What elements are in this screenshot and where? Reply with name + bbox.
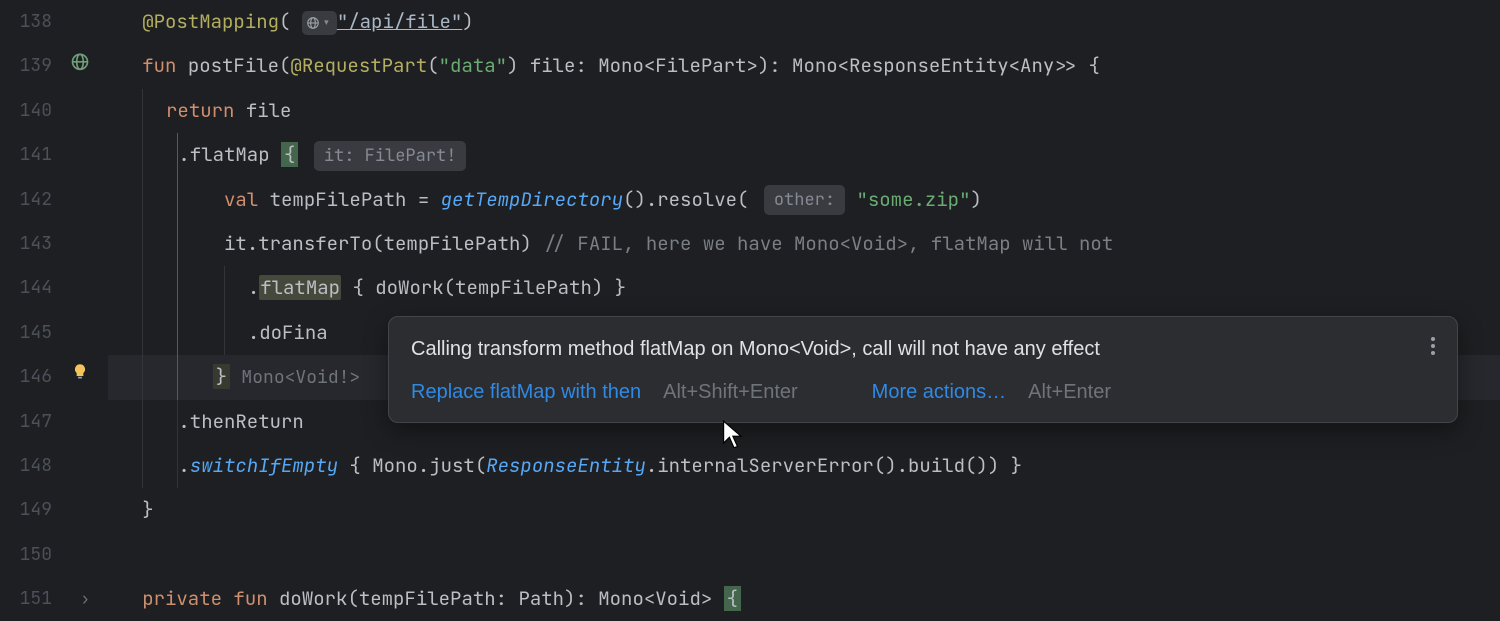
line-number: 143	[0, 222, 108, 266]
inspection-tooltip: Calling transform method flatMap on Mono…	[388, 316, 1458, 423]
line-number: 151 ›	[0, 577, 108, 621]
code-line[interactable]: .flatMap { it: FilePart!	[108, 133, 1500, 177]
param-hint: other:	[764, 185, 845, 215]
warning-highlight: flatMap	[259, 275, 341, 300]
shortcut-hint: Alt+Enter	[1028, 381, 1111, 404]
open-brace: {	[281, 142, 298, 167]
line-number: 138	[0, 0, 108, 44]
code-line[interactable]: fun postFile(@RequestPart("data") file: …	[108, 44, 1500, 88]
code-line[interactable]	[108, 533, 1500, 577]
code-line[interactable]: .flatMap { doWork(tempFilePath) }	[108, 266, 1500, 310]
intention-bulb-icon[interactable]	[70, 355, 90, 399]
code-line[interactable]: return file	[108, 89, 1500, 133]
line-number: 149	[0, 488, 108, 532]
lambda-param-hint: it: FilePart!	[314, 141, 467, 171]
code-line[interactable]: private fun doWork(tempFilePath: Path): …	[108, 577, 1500, 621]
tooltip-message: Calling transform method flatMap on Mono…	[389, 317, 1457, 377]
line-number: 140	[0, 89, 108, 133]
quick-fix-link[interactable]: Replace flatMap with then	[411, 381, 641, 404]
line-number: 148	[0, 444, 108, 488]
close-brace: }	[213, 364, 230, 389]
code-line[interactable]: it.transferTo(tempFilePath) // FAIL, her…	[108, 222, 1500, 266]
line-number: 141	[0, 133, 108, 177]
line-number: 150	[0, 533, 108, 577]
more-actions-link[interactable]: More actions…	[872, 381, 1007, 404]
code-line[interactable]: @PostMapping( ▾"/api/file")	[108, 0, 1500, 44]
line-number: 145	[0, 311, 108, 355]
code-editor[interactable]: 138 139 140 141 142 143 144 145 146 147 …	[0, 0, 1500, 600]
url-globe-icon[interactable]: ▾	[302, 11, 337, 35]
line-number: 147	[0, 400, 108, 444]
code-line[interactable]: val tempFilePath = getTempDirectory().re…	[108, 178, 1500, 222]
code-line[interactable]: .switchIfEmpty { Mono.just(ResponseEntit…	[108, 444, 1500, 488]
endpoint-globe-icon[interactable]	[70, 44, 90, 88]
line-number: 139	[0, 44, 108, 88]
shortcut-hint: Alt+Shift+Enter	[663, 381, 798, 404]
code-area[interactable]: @PostMapping( ▾"/api/file") fun postFile…	[108, 0, 1500, 600]
gutter: 138 139 140 141 142 143 144 145 146 147 …	[0, 0, 108, 600]
more-menu-icon[interactable]	[1431, 337, 1435, 355]
mouse-cursor-icon	[722, 420, 746, 456]
line-number: 146	[0, 355, 108, 399]
type-hint: Mono<Void!>	[241, 366, 360, 389]
fold-chevron-right-icon[interactable]: ›	[80, 577, 90, 621]
code-line[interactable]: }	[108, 488, 1500, 532]
tooltip-actions: Replace flatMap with then Alt+Shift+Ente…	[389, 377, 1457, 422]
line-number: 144	[0, 266, 108, 310]
line-number: 142	[0, 178, 108, 222]
